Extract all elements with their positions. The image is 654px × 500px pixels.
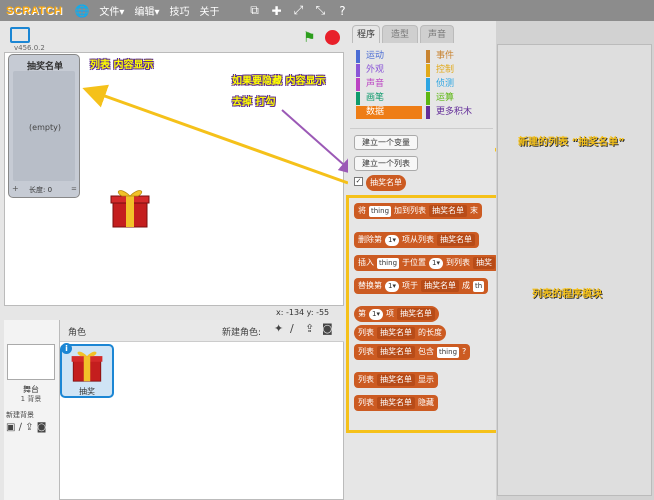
stage-thumbnail[interactable] <box>7 344 55 380</box>
list-length-label: 长度: 0 <box>29 186 53 194</box>
sprite-header <box>60 320 344 342</box>
camera-icon[interactable]: ◙ <box>322 322 333 335</box>
list-reporter-block[interactable]: 抽奖名单 <box>366 175 406 191</box>
make-variable-button[interactable]: 建立一个变量 <box>354 135 418 150</box>
category-control[interactable]: 控制 <box>426 64 492 77</box>
list-monitor[interactable]: 抽奖名单 (empty) + 长度: 0 = <box>8 54 80 198</box>
annotation-list-blocks: 列表的程序模块 <box>532 289 602 300</box>
annotation-hide-line2: 去掉 打勾 <box>232 97 276 108</box>
category-events[interactable]: 事件 <box>426 50 492 63</box>
make-list-button[interactable]: 建立一个列表 <box>354 156 418 171</box>
menu-about[interactable]: 关于 <box>199 3 219 18</box>
category-sensing[interactable]: 侦测 <box>426 78 492 91</box>
brush-icon[interactable]: ∕ <box>290 322 294 335</box>
paint-sprite-icon[interactable]: ✦ <box>274 322 283 335</box>
category-motion[interactable]: 运动 <box>356 50 422 63</box>
globe-icon[interactable]: 🌐 <box>74 4 89 18</box>
resize-handle-icon[interactable]: = <box>71 185 77 193</box>
tab-scripts[interactable]: 程序 <box>352 25 380 43</box>
menu-file[interactable]: 文件▾ <box>99 3 124 18</box>
add-item-icon[interactable]: + <box>12 184 19 193</box>
sprite-gift-thumbnail <box>71 351 103 382</box>
category-more-blocks[interactable]: 更多积木 <box>426 106 492 119</box>
shrink-icon[interactable]: ⤡ <box>313 3 327 18</box>
new-backdrop-label: 新建背景 <box>6 411 34 419</box>
tab-costumes[interactable]: 造型 <box>382 25 418 43</box>
list-visible-checkbox[interactable]: ✓ <box>354 177 363 186</box>
scratch-logo[interactable]: SCRATCH <box>6 5 62 17</box>
list-blocks-highlight <box>346 195 521 433</box>
sprites-label: 角色 <box>68 328 87 338</box>
category-operators[interactable]: 运算 <box>426 92 492 105</box>
gift-sprite[interactable] <box>110 186 150 228</box>
scripts-canvas[interactable] <box>497 44 652 496</box>
category-sound[interactable]: 声音 <box>356 78 422 91</box>
upload-sprite-icon[interactable]: ⇪ <box>305 322 314 335</box>
stage-bg-count: 1 背景 <box>20 395 42 403</box>
category-looks[interactable]: 外观 <box>356 64 422 77</box>
fullscreen-icon[interactable] <box>10 27 30 43</box>
annotation-list-content: 列表 内容显示 <box>90 60 154 71</box>
annotation-hide-line1: 如果要隐藏 内容显示 <box>232 76 326 87</box>
stop-icon[interactable] <box>325 30 340 45</box>
palette-divider <box>350 128 493 129</box>
annotation-new-list: 新建的列表 “抽奖名单” <box>518 137 625 148</box>
green-flag-icon[interactable]: ⚑ <box>303 30 316 46</box>
menu-edit[interactable]: 编辑▾ <box>134 3 159 18</box>
new-sprite-label: 新建角色: <box>222 328 262 338</box>
help-icon[interactable]: ? <box>335 4 349 18</box>
duplicate-icon[interactable]: ⧉ <box>247 3 261 18</box>
category-list-left: 运动 外观 声音 画笔 数据 <box>356 50 422 119</box>
list-monitor-empty: (empty) <box>29 123 61 132</box>
category-pen[interactable]: 画笔 <box>356 92 422 105</box>
category-data[interactable]: 数据 <box>356 106 422 119</box>
sprite-name: 抽奖 <box>79 387 95 396</box>
grow-icon[interactable]: ⤢ <box>291 3 305 18</box>
list-reporter-label: 抽奖名单 <box>370 178 402 187</box>
backdrop-tool-icons[interactable]: ▣ ∕ ⇪ ◙ <box>6 422 46 433</box>
mouse-coordinates: x: -134 y: -55 <box>276 308 330 317</box>
version-label: v456.0.2 <box>14 44 45 52</box>
category-list-right: 事件 控制 侦测 运算 更多积木 <box>426 50 492 119</box>
menu-tips[interactable]: 技巧 <box>169 3 189 18</box>
delete-tool-icon[interactable]: ✚ <box>269 4 283 18</box>
tab-sounds[interactable]: 声音 <box>420 25 454 43</box>
top-menu-bar: SCRATCH 🌐 文件▾ 编辑▾ 技巧 关于 ⧉ ✚ ⤢ ⤡ ? <box>0 0 654 21</box>
